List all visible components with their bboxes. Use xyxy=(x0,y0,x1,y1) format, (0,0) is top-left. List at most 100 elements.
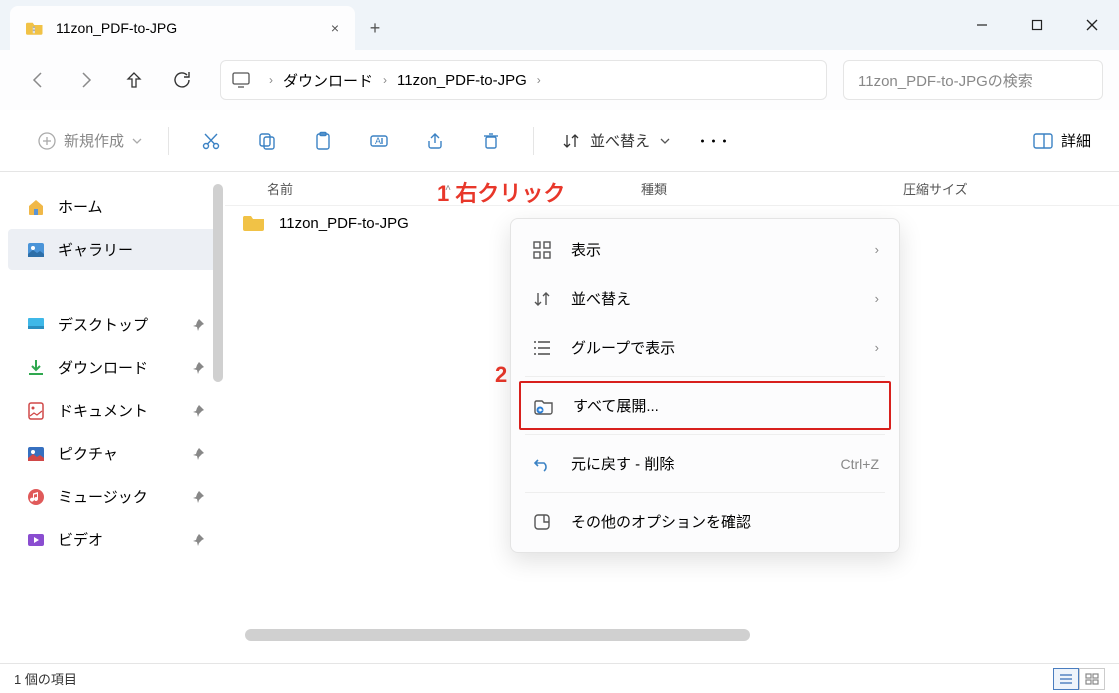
new-tab-button[interactable]: + xyxy=(355,6,395,50)
breadcrumb[interactable]: › ダウンロード › 11zon_PDF-to-JPG › xyxy=(220,60,827,100)
ctx-label: その他のオプションを確認 xyxy=(571,511,751,532)
ctx-extract-all[interactable]: すべて展開... xyxy=(519,381,891,430)
group-icon xyxy=(531,339,553,357)
ctx-label: グループで表示 xyxy=(571,337,675,358)
sidebar-item-label: ギャラリー xyxy=(58,239,133,260)
statusbar: 1 個の項目 xyxy=(0,663,1119,693)
sidebar-desktop[interactable]: デスクトップ xyxy=(8,304,217,345)
pin-icon xyxy=(192,404,205,417)
horizontal-scrollbar[interactable] xyxy=(245,629,1087,641)
file-name: 11zon_PDF-to-JPG xyxy=(279,215,409,232)
copy-icon[interactable] xyxy=(241,121,293,161)
maximize-button[interactable] xyxy=(1009,0,1064,50)
new-button[interactable]: 新規作成 xyxy=(28,124,152,157)
ctx-group[interactable]: グループで表示 › xyxy=(511,323,899,372)
window-tab[interactable]: 11zon_PDF-to-JPG × xyxy=(10,6,355,50)
breadcrumb-segment-current[interactable]: 11zon_PDF-to-JPG xyxy=(397,72,527,89)
rename-icon[interactable]: A xyxy=(353,121,405,161)
chevron-right-icon: › xyxy=(875,340,879,355)
column-size[interactable]: 圧縮サイズ xyxy=(903,179,1119,198)
more-button[interactable]: ･･･ xyxy=(686,122,743,160)
home-icon xyxy=(26,197,46,217)
ctx-label: すべて展開... xyxy=(573,395,659,416)
video-icon xyxy=(26,530,46,550)
ctx-more-options[interactable]: その他のオプションを確認 xyxy=(511,497,899,546)
view-thumb-button[interactable] xyxy=(1079,668,1105,690)
document-icon xyxy=(26,401,46,421)
sidebar-gallery[interactable]: ギャラリー xyxy=(8,229,217,270)
folder-zip-icon xyxy=(26,19,44,37)
desktop-icon xyxy=(26,315,46,335)
sidebar: ホーム ギャラリー デスクトップ ダウンロード ドキュメント ピクチャ xyxy=(0,172,225,647)
annotation-2: 2 xyxy=(495,362,507,388)
sort-indicator-icon: ˄ xyxy=(445,183,451,194)
monitor-icon xyxy=(231,70,251,90)
ctx-label: 表示 xyxy=(571,239,601,260)
sidebar-item-label: ミュージック xyxy=(58,486,148,507)
close-tab-icon[interactable]: × xyxy=(331,20,339,36)
sidebar-item-label: ダウンロード xyxy=(58,357,148,378)
pin-icon xyxy=(192,447,205,460)
navbar: › ダウンロード › 11zon_PDF-to-JPG › 11zon_PDF-… xyxy=(0,50,1119,110)
share-icon[interactable] xyxy=(409,121,461,161)
sidebar-music[interactable]: ミュージック xyxy=(8,476,217,517)
sidebar-pictures[interactable]: ピクチャ xyxy=(8,433,217,474)
details-button[interactable]: 詳細 xyxy=(1033,130,1091,151)
ctx-view[interactable]: 表示 › xyxy=(511,225,899,274)
download-icon xyxy=(26,358,46,378)
titlebar: 11zon_PDF-to-JPG × + xyxy=(0,0,1119,50)
sidebar-item-label: ホーム xyxy=(58,196,103,217)
window-controls xyxy=(954,0,1119,50)
sort-icon xyxy=(531,290,553,308)
tab-title: 11zon_PDF-to-JPG xyxy=(56,20,319,36)
pin-icon xyxy=(192,318,205,331)
breadcrumb-sep: › xyxy=(537,73,541,87)
sidebar-documents[interactable]: ドキュメント xyxy=(8,390,217,431)
ctx-separator xyxy=(525,376,885,377)
music-icon xyxy=(26,487,46,507)
breadcrumb-segment-downloads[interactable]: ダウンロード xyxy=(283,70,373,91)
ctx-separator xyxy=(525,434,885,435)
sidebar-home[interactable]: ホーム xyxy=(8,186,217,227)
gallery-icon xyxy=(26,240,46,260)
pin-icon xyxy=(192,361,205,374)
sidebar-item-label: ドキュメント xyxy=(58,400,148,421)
paste-icon[interactable] xyxy=(297,121,349,161)
column-headers: 名前˄ 種類 圧縮サイズ xyxy=(225,172,1119,206)
file-list: 名前˄ 種類 圧縮サイズ 11zon_PDF-to-JPG 1 右クリック 2 … xyxy=(225,172,1119,647)
cut-icon[interactable] xyxy=(185,121,237,161)
ctx-label: 元に戻す - 削除 xyxy=(571,453,674,474)
column-name[interactable]: 名前˄ xyxy=(267,179,641,198)
sidebar-downloads[interactable]: ダウンロード xyxy=(8,347,217,388)
view-details-button[interactable] xyxy=(1053,668,1079,690)
close-window-button[interactable] xyxy=(1064,0,1119,50)
context-menu: 表示 › 並べ替え › グループで表示 › すべて展開... 元に戻す - xyxy=(510,218,900,553)
extract-icon xyxy=(533,397,555,415)
minimize-button[interactable] xyxy=(954,0,1009,50)
toolbar: 新規作成 A 並べ替え ･･･ 詳細 xyxy=(0,110,1119,172)
more-options-icon xyxy=(531,513,553,531)
sidebar-videos[interactable]: ビデオ xyxy=(8,519,217,560)
chevron-right-icon: › xyxy=(875,242,879,257)
ctx-shortcut: Ctrl+Z xyxy=(841,456,880,472)
back-button[interactable] xyxy=(16,60,60,100)
pin-icon xyxy=(192,490,205,503)
sidebar-item-label: デスクトップ xyxy=(58,314,148,335)
sort-button[interactable]: 並べ替え xyxy=(550,124,682,157)
ctx-undo[interactable]: 元に戻す - 削除 Ctrl+Z xyxy=(511,439,899,488)
column-type[interactable]: 種類 xyxy=(641,179,903,198)
undo-icon xyxy=(531,455,553,473)
forward-button[interactable] xyxy=(64,60,108,100)
sort-label: 並べ替え xyxy=(590,130,650,151)
refresh-button[interactable] xyxy=(160,60,204,100)
breadcrumb-sep: › xyxy=(269,73,273,87)
ctx-sort[interactable]: 並べ替え › xyxy=(511,274,899,323)
sidebar-scrollbar[interactable] xyxy=(213,184,223,382)
up-button[interactable] xyxy=(112,60,156,100)
pin-icon xyxy=(192,533,205,546)
chevron-right-icon: › xyxy=(875,291,879,306)
ctx-label: 並べ替え xyxy=(571,288,631,309)
search-input[interactable]: 11zon_PDF-to-JPGの検索 xyxy=(843,60,1103,100)
folder-icon xyxy=(243,214,265,232)
delete-icon[interactable] xyxy=(465,121,517,161)
